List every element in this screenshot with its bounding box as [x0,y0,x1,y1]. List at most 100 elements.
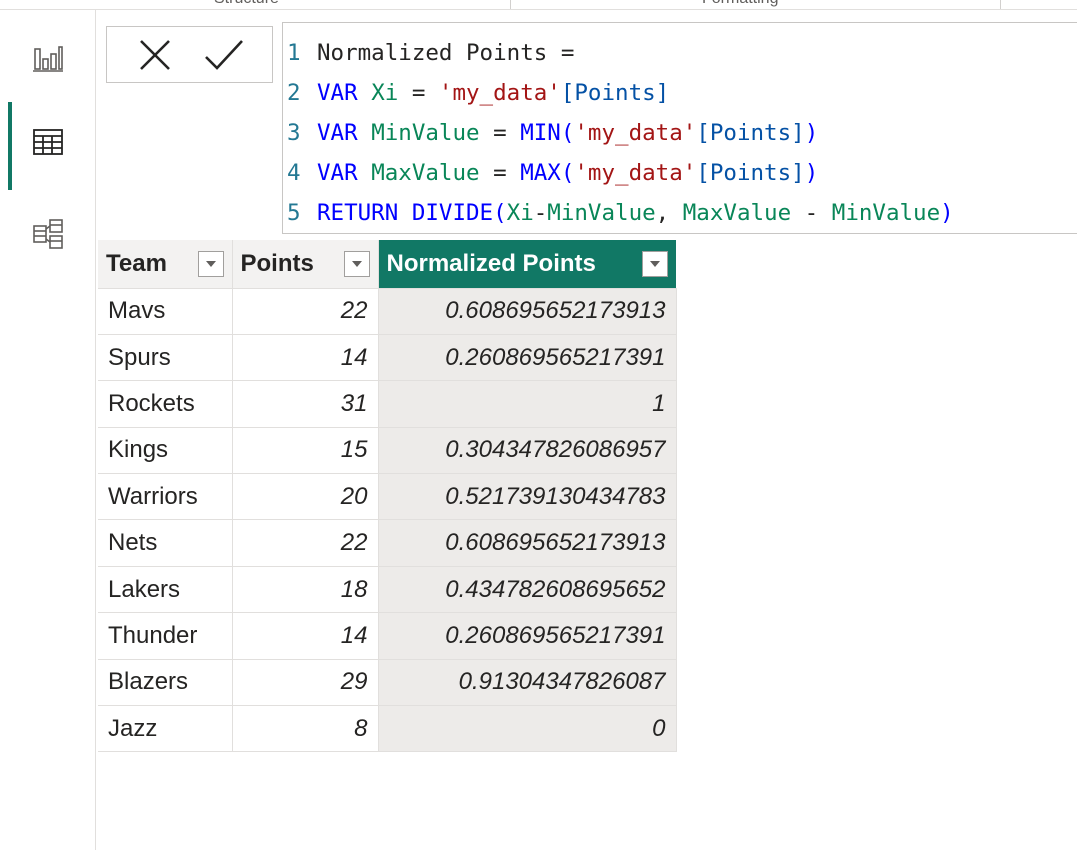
normalized-points-cell[interactable]: 0.608695652173913 [378,519,677,567]
table-row: Mavs 22 0.608695652173913 [98,288,677,335]
variable: MinValue [831,200,941,226]
table-ref: 'my_data' [574,120,697,146]
ribbon-group-structure: Structure [214,0,279,8]
column-header-normalized-points[interactable]: Normalized Points [378,240,676,289]
table-row: Thunder 14 0.260869565217391 [98,612,677,660]
table-row: Kings 15 0.304347826086957 [98,427,677,475]
column-header-label: Team [106,249,167,277]
points-cell[interactable]: 14 [232,334,379,382]
formula-editor[interactable]: 1 Normalized Points = 2 VAR Xi = 'my_dat… [282,22,1077,234]
filter-dropdown-button[interactable] [343,250,370,277]
keyword: VAR [317,80,372,106]
variable: Xi [506,200,534,226]
variable: MinValue [371,120,480,146]
normalized-points-cell[interactable]: 0.521739130434783 [378,473,677,521]
close-paren: ) [940,200,954,226]
points-cell[interactable]: 31 [232,380,379,428]
team-cell[interactable]: Warriors [98,473,233,521]
points-cell[interactable]: 8 [232,705,379,753]
table-ref: 'my_data' [574,160,697,186]
operator: = [479,120,521,146]
column-header-team[interactable]: Team [98,240,233,289]
table-row: Blazers 29 0.91304347826087 [98,659,677,707]
data-table: Team Points Normalized Points Mavs 22 0.60… [98,240,677,753]
normalized-points-cell[interactable]: 0.91304347826087 [378,659,677,707]
table-row: Warriors 20 0.521739130434783 [98,473,677,521]
team-cell[interactable]: Thunder [98,612,233,660]
cancel-formula-button[interactable] [133,33,177,77]
code-line-1: 1 Normalized Points = [283,33,1077,73]
report-view-button[interactable] [0,18,96,98]
model-view-button[interactable] [0,194,96,274]
team-cell[interactable]: Nets [98,519,233,567]
points-cell[interactable]: 29 [232,659,379,707]
function-name: MIN( [520,120,575,146]
separator: , [655,200,683,226]
normalized-points-cell[interactable]: 0 [378,705,677,753]
close-icon [140,39,171,70]
normalized-points-cell[interactable]: 0.260869565217391 [378,334,677,382]
variable: MaxValue [371,160,480,186]
header-row: Team Points Normalized Points [98,240,676,289]
team-cell[interactable]: Lakers [98,566,233,614]
close-paren: ) [804,160,819,186]
function-name: MAX( [520,160,575,186]
code-line-5: 5 RETURN DIVIDE(Xi - MinValue, MaxValue - … [283,193,1077,233]
line-number: 1 [287,40,301,66]
column-header-label: Points [240,249,314,277]
line-number: 2 [287,80,301,106]
normalized-points-cell[interactable]: 1 [378,380,677,428]
column-header-label: Normalized Points [386,249,596,277]
operator: = [398,80,439,106]
column-ref: [Points] [560,80,670,106]
table-ref: 'my_data' [438,80,561,106]
table-row: Jazz 8 0 [98,705,677,753]
normalized-points-cell[interactable]: 0.608695652173913 [378,288,677,335]
team-cell[interactable]: Jazz [98,705,233,753]
keyword: VAR [317,120,372,146]
operator: = [479,160,521,186]
function-name: DIVIDE( [411,200,507,226]
code-line-3: 3 VAR MinValue = MIN('my_data' [Points]) [283,113,1077,153]
column-ref: [Points] [696,160,805,186]
table-row: Nets 22 0.608695652173913 [98,519,677,567]
operator: - [533,200,548,226]
filter-dropdown-button[interactable] [197,250,224,277]
points-cell[interactable]: 15 [232,427,379,475]
line-number: 5 [287,200,301,226]
points-cell[interactable]: 22 [232,519,379,567]
bar-chart-icon [33,46,63,72]
team-cell[interactable]: Blazers [98,659,233,707]
chevron-down-icon [351,260,362,267]
view-rail [0,10,96,850]
points-cell[interactable]: 14 [232,612,379,660]
data-view-button[interactable] [0,102,96,190]
team-cell[interactable]: Spurs [98,334,233,382]
ribbon-separator [1000,0,1001,9]
table-grid-icon [33,129,63,155]
points-cell[interactable]: 22 [232,288,379,335]
chevron-down-icon [205,260,216,267]
team-cell[interactable]: Mavs [98,288,233,335]
measure-name: Normalized Points = [317,40,575,66]
points-cell[interactable]: 18 [232,566,379,614]
code-line-4: 4 VAR MaxValue = MAX('my_data' [Points]) [283,153,1077,193]
normalized-points-cell[interactable]: 0.304347826086957 [378,427,677,475]
team-cell[interactable]: Rockets [98,380,233,428]
column-header-points[interactable]: Points [232,240,379,289]
close-paren: ) [804,120,819,146]
keyword: RETURN [317,200,412,226]
team-cell[interactable]: Kings [98,427,233,475]
formula-actions [106,26,273,83]
ribbon-strip: Structure Formatting [0,0,1077,10]
code-line-2: 2 VAR Xi = 'my_data' [Points] [283,73,1077,113]
line-number: 4 [287,160,301,186]
normalized-points-cell[interactable]: 0.434782608695652 [378,566,677,614]
normalized-points-cell[interactable]: 0.260869565217391 [378,612,677,660]
checkmark-icon [204,39,243,70]
points-cell[interactable]: 20 [232,473,379,521]
filter-dropdown-button[interactable] [642,250,668,277]
operator: - [791,200,832,226]
ribbon-group-formatting: Formatting [702,0,778,8]
commit-formula-button[interactable] [202,33,246,77]
